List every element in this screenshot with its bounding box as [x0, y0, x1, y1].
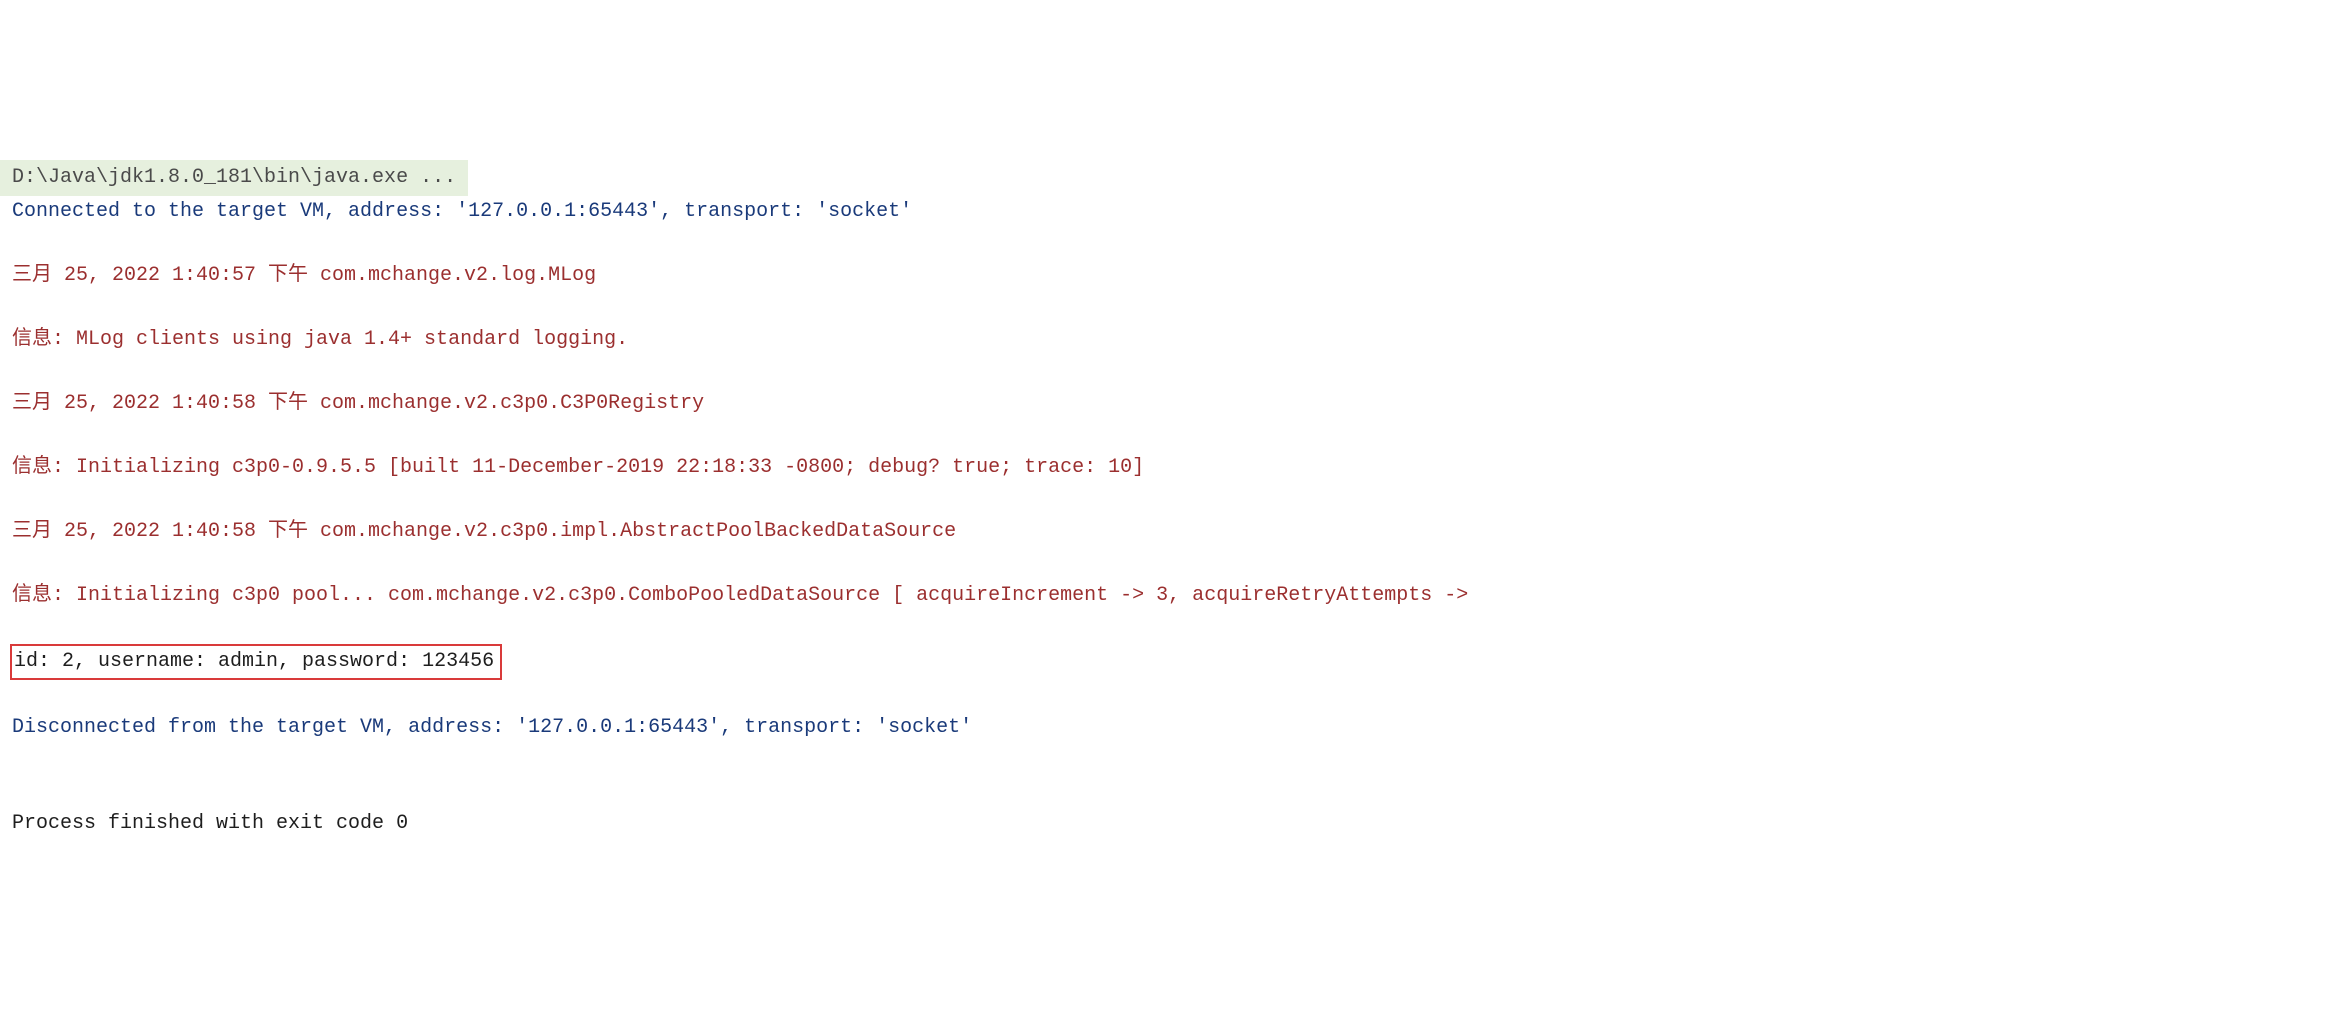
log-line-6: 信息: Initializing c3p0 pool... com.mchang… [0, 580, 2341, 612]
log-line-4: 信息: Initializing c3p0-0.9.5.5 [built 11-… [0, 452, 2341, 484]
command-line: D:\Java\jdk1.8.0_181\bin\java.exe ... [0, 160, 468, 196]
log-line-5: 三月 25, 2022 1:40:58 下午 com.mchange.v2.c3… [0, 516, 2341, 548]
connected-message: Connected to the target VM, address: '12… [0, 196, 2341, 228]
console-output-panel[interactable]: D:\Java\jdk1.8.0_181\bin\java.exe ... Co… [0, 128, 2341, 872]
exit-message: Process finished with exit code 0 [0, 808, 2341, 840]
highlighted-output: id: 2, username: admin, password: 123456 [10, 644, 502, 680]
log-line-3: 三月 25, 2022 1:40:58 下午 com.mchange.v2.c3… [0, 388, 2341, 420]
log-line-2: 信息: MLog clients using java 1.4+ standar… [0, 324, 2341, 356]
program-output-line: id: 2, username: admin, password: 123456 [0, 644, 2341, 680]
disconnected-message: Disconnected from the target VM, address… [0, 712, 2341, 744]
log-line-1: 三月 25, 2022 1:40:57 下午 com.mchange.v2.lo… [0, 260, 2341, 292]
